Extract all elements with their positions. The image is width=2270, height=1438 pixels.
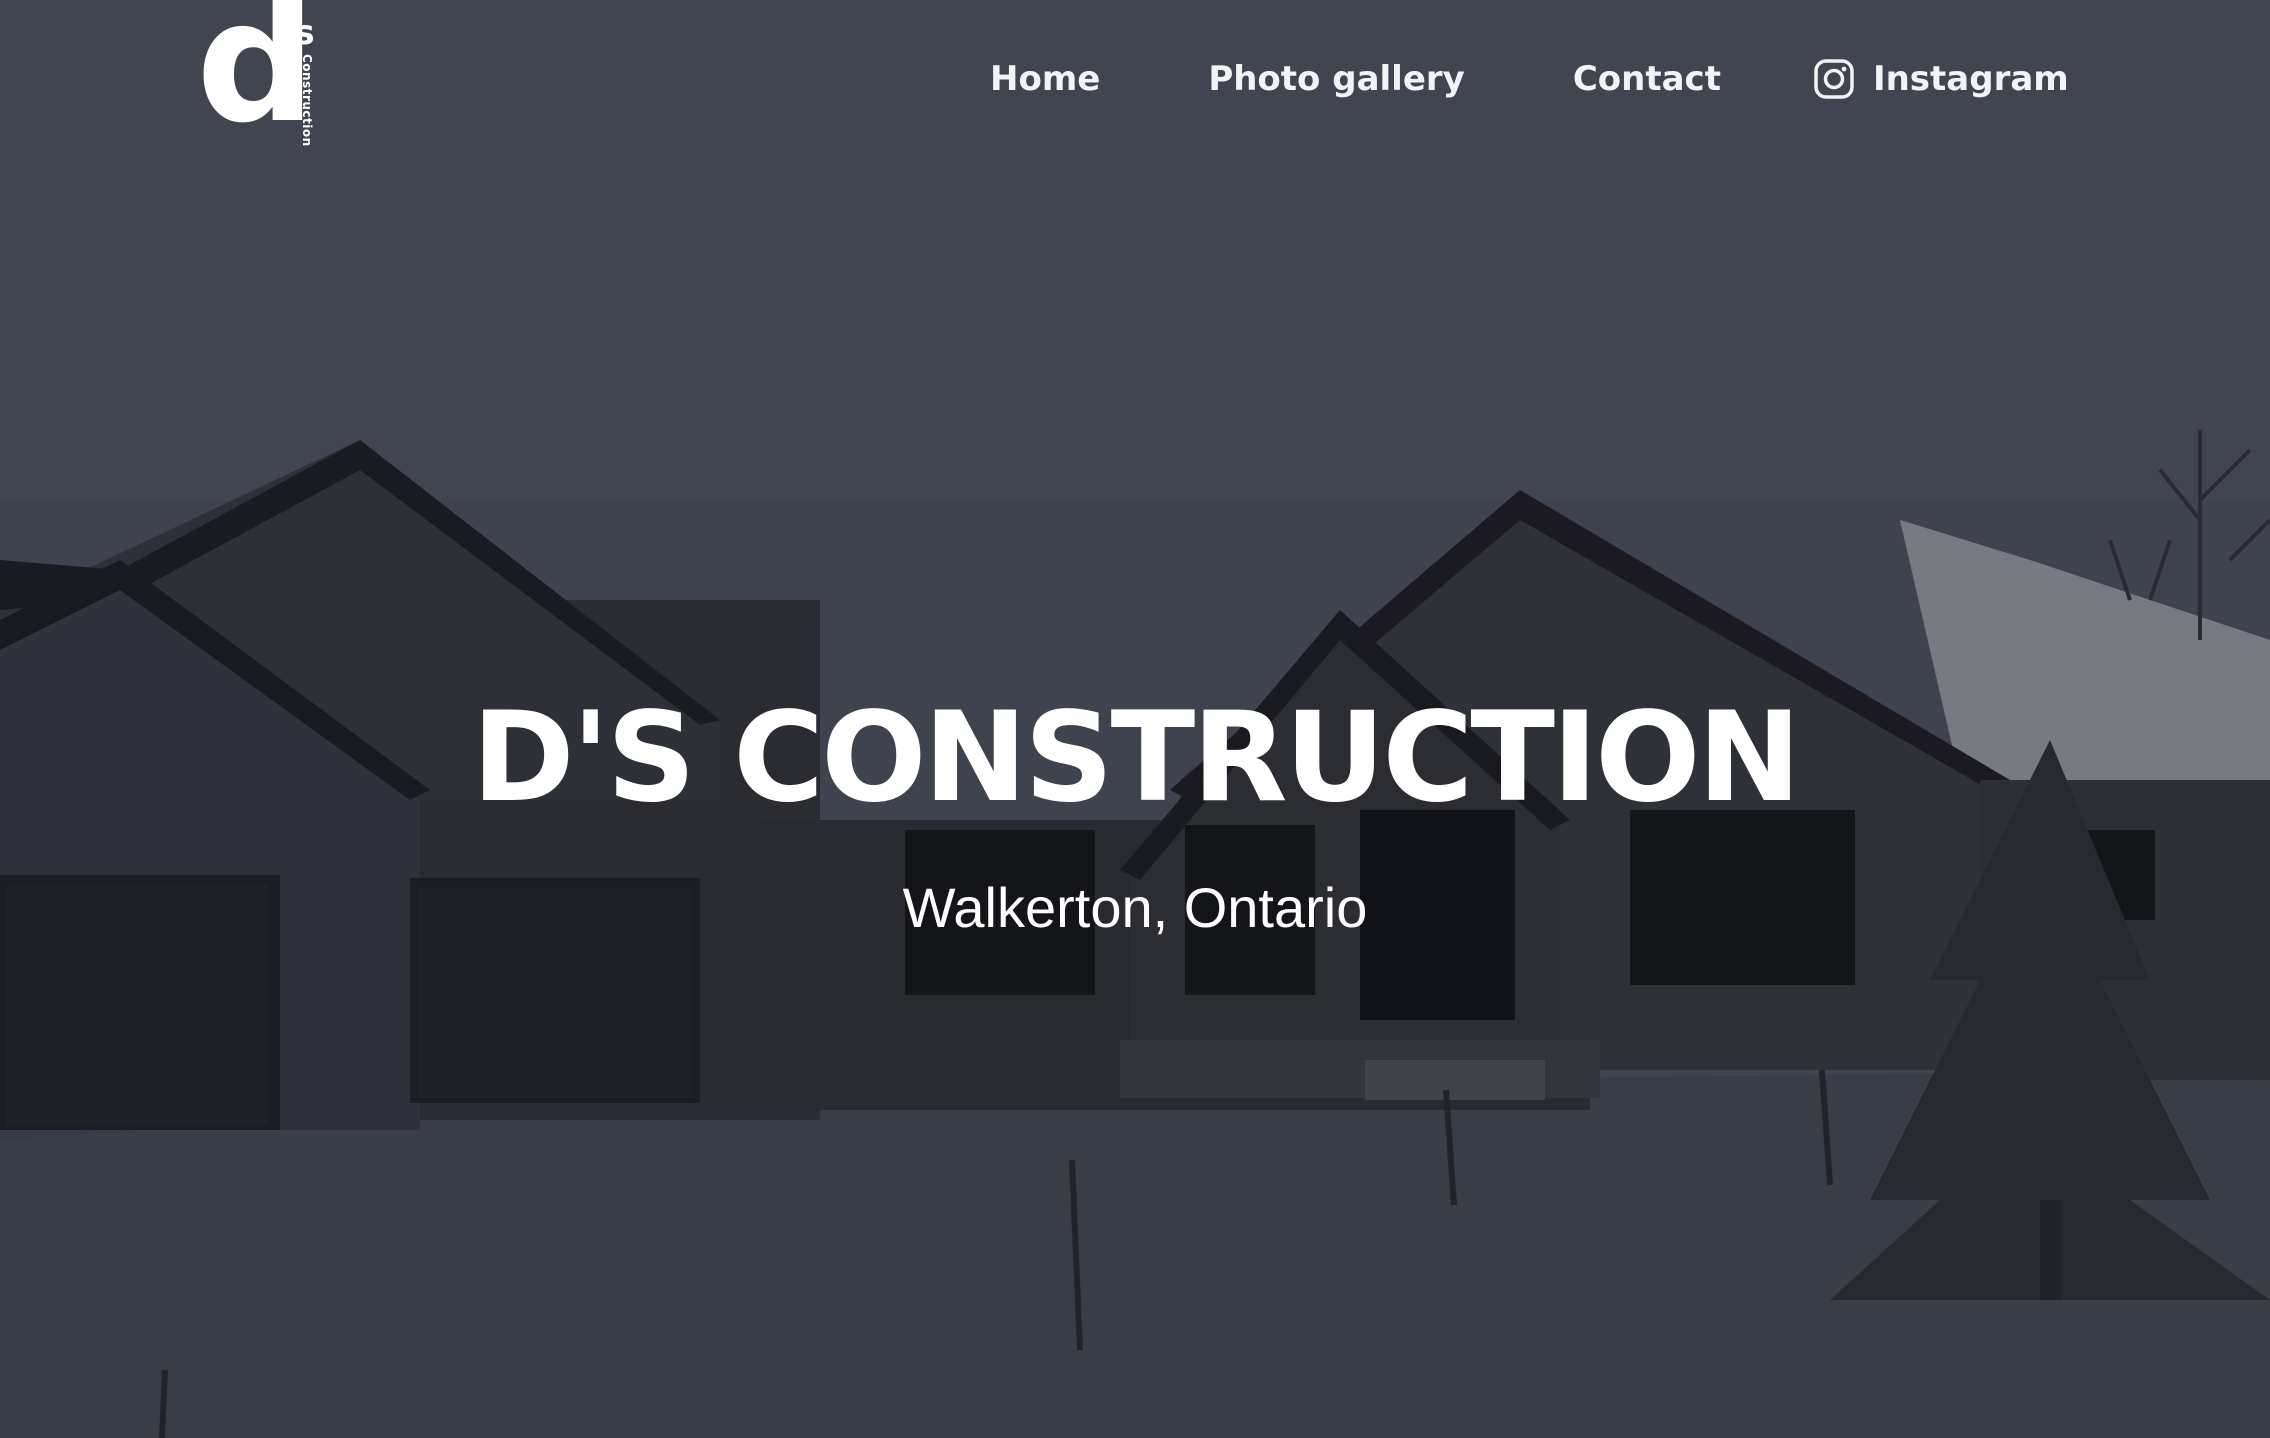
hero-title: D'S CONSTRUCTION bbox=[471, 686, 1802, 830]
logo-subtitle: Construction bbox=[300, 54, 314, 147]
nav-link-contact[interactable]: Contact bbox=[1573, 52, 1721, 106]
site-logo[interactable]: d 's Construction bbox=[196, 0, 316, 147]
nav-link-instagram-label: Instagram bbox=[1872, 59, 2069, 99]
nav-link-instagram[interactable]: Instagram bbox=[1813, 52, 2069, 106]
nav-link-photo-gallery[interactable]: Photo gallery bbox=[1208, 52, 1465, 106]
main-navigation: Home Photo gallery Contact Instagram bbox=[990, 52, 2069, 106]
logo-superscript: 's bbox=[284, 13, 315, 53]
instagram-icon bbox=[1814, 59, 1854, 99]
nav-link-home[interactable]: Home bbox=[990, 52, 1100, 106]
landing-page: d 's Construction Home Photo gallery Con… bbox=[0, 0, 2270, 1438]
hero-subtitle: Walkerton, Ontario bbox=[902, 876, 1368, 939]
